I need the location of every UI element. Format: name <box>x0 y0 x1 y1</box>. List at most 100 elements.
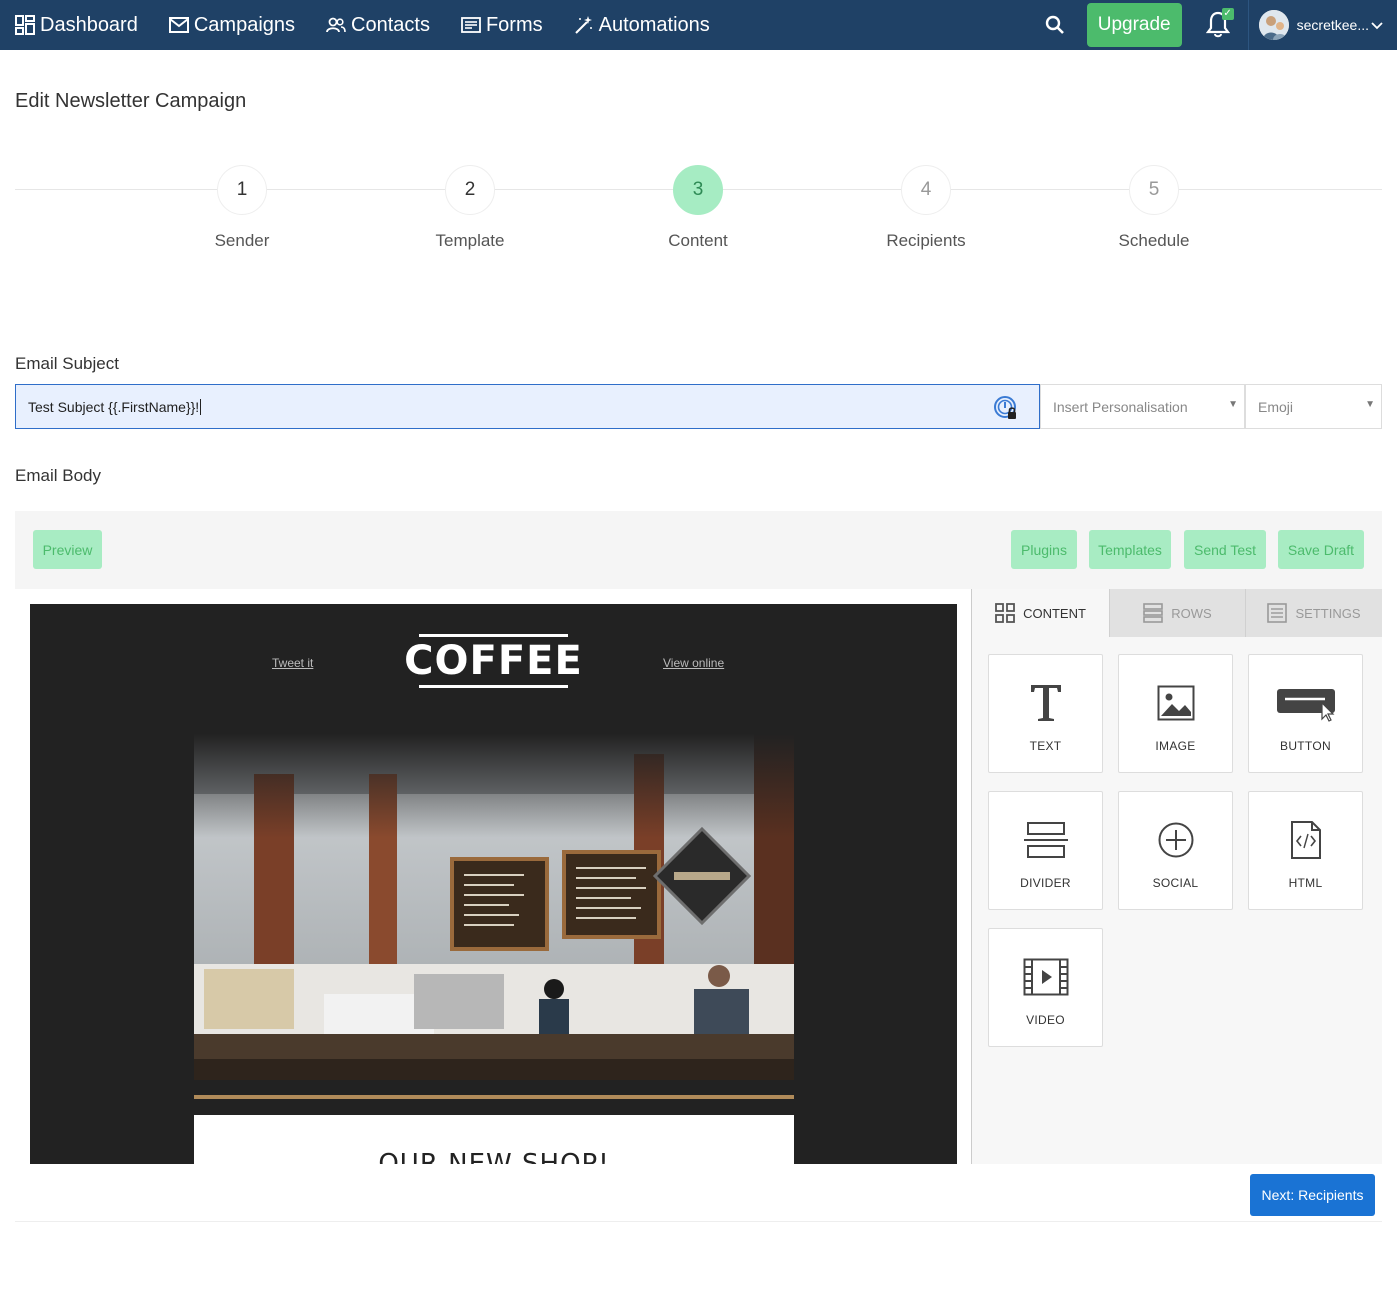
tile-social[interactable]: SOCIAL <box>1118 791 1233 910</box>
tab-rows[interactable]: ROWS <box>1109 589 1245 637</box>
dashboard-icon <box>14 14 36 36</box>
emoji-placeholder: Emoji <box>1258 398 1294 415</box>
magic-wand-icon <box>573 14 595 36</box>
email-content-block[interactable]: OUR NEW SHOP! <box>194 1115 794 1164</box>
content-panel: CONTENT ROWS SETTINGS TEXT IMAGE BUTTON … <box>972 589 1382 1164</box>
rows-icon <box>1143 603 1164 623</box>
nav-contacts-label: Contacts <box>351 13 430 36</box>
nav-campaigns-label: Campaigns <box>193 13 296 36</box>
tile-divider[interactable]: DIVIDER <box>988 791 1103 910</box>
social-plus-icon <box>1157 818 1195 862</box>
insert-personalisation-select[interactable]: Insert Personalisation ▼ <box>1040 384 1245 429</box>
nav-campaigns[interactable]: Campaigns <box>168 0 295 50</box>
page-title: Edit Newsletter Campaign <box>15 90 247 112</box>
footer-divider <box>15 1221 1382 1222</box>
text-icon <box>1029 681 1063 725</box>
step-number[interactable]: 3 <box>673 165 723 215</box>
tile-button-label: BUTTON <box>1280 739 1331 753</box>
settings-doc-icon <box>1267 603 1288 623</box>
save-draft-button[interactable]: Save Draft <box>1278 530 1364 569</box>
nav-right-group: Upgrade ✓ secretkee... <box>1035 0 1397 50</box>
user-menu[interactable]: secretkee... <box>1258 10 1383 40</box>
tile-video-label: VIDEO <box>1026 1013 1065 1027</box>
divider-icon <box>1023 818 1069 862</box>
dropdown-arrow-icon: ▼ <box>1228 399 1238 410</box>
video-film-icon <box>1023 955 1069 999</box>
nav-forms-label: Forms <box>485 13 543 36</box>
tile-html[interactable]: HTML <box>1248 791 1363 910</box>
templates-button[interactable]: Templates <box>1089 530 1171 569</box>
step-label: Content <box>668 231 728 250</box>
send-test-button[interactable]: Send Test <box>1184 530 1266 569</box>
nav-dashboard[interactable]: Dashboard <box>14 0 138 50</box>
tab-rows-label: ROWS <box>1171 605 1212 621</box>
tile-text[interactable]: TEXT <box>988 654 1103 773</box>
nav-contacts[interactable]: Contacts <box>325 0 430 50</box>
emoji-select[interactable]: Emoji ▼ <box>1245 384 1382 429</box>
step-number[interactable]: 2 <box>445 165 495 215</box>
nav-automations-label: Automations <box>598 13 710 36</box>
tile-video[interactable]: VIDEO <box>988 928 1103 1047</box>
tab-content[interactable]: CONTENT <box>972 589 1109 637</box>
coffee-shop-hero-image[interactable] <box>194 734 794 1080</box>
upgrade-button[interactable]: Upgrade <box>1086 3 1182 47</box>
step-content[interactable]: 3 Content <box>638 165 758 251</box>
next-recipients-button[interactable]: Next: Recipients <box>1250 1174 1375 1216</box>
section-title[interactable]: OUR NEW SHOP! <box>194 1149 794 1164</box>
panel-tabs: CONTENT ROWS SETTINGS <box>972 589 1382 637</box>
tile-image-label: IMAGE <box>1155 739 1196 753</box>
chevron-down-icon <box>1371 17 1383 33</box>
tile-text-label: TEXT <box>1029 739 1062 753</box>
tab-content-label: CONTENT <box>1023 605 1086 621</box>
top-navbar: Dashboard Campaigns Contacts Forms Autom… <box>0 0 1397 50</box>
subject-row: Test Subject {{.FirstName}}! Insert Pers… <box>15 384 1382 429</box>
step-number[interactable]: 5 <box>1129 165 1179 215</box>
preview-button[interactable]: Preview <box>33 530 102 569</box>
step-template[interactable]: 2 Template <box>410 165 530 251</box>
email-body-label: Email Body <box>15 466 101 485</box>
email-subject-label: Email Subject <box>15 354 119 373</box>
step-schedule[interactable]: 5 Schedule <box>1094 165 1214 251</box>
tweet-it-link[interactable]: Tweet it <box>272 656 313 670</box>
step-label: Sender <box>214 231 270 250</box>
avatar <box>1258 10 1289 40</box>
email-subject-value: Test Subject {{.FirstName}}! <box>28 398 200 415</box>
nav-dashboard-label: Dashboard <box>40 13 138 36</box>
nav-forms[interactable]: Forms <box>460 0 543 50</box>
form-icon <box>460 14 482 36</box>
step-number[interactable]: 4 <box>901 165 951 215</box>
tab-settings-label: SETTINGS <box>1295 605 1361 621</box>
search-button[interactable] <box>1035 0 1075 50</box>
tab-settings[interactable]: SETTINGS <box>1245 589 1382 637</box>
personalisation-placeholder: Insert Personalisation <box>1053 398 1188 415</box>
email-subject-input[interactable]: Test Subject {{.FirstName}}! <box>15 384 1040 429</box>
tile-social-label: SOCIAL <box>1152 876 1199 890</box>
view-online-link[interactable]: View online <box>663 656 724 670</box>
step-label: Schedule <box>1118 231 1190 250</box>
step-recipients[interactable]: 4 Recipients <box>866 165 986 251</box>
plugins-button[interactable]: Plugins <box>1011 530 1077 569</box>
editor-toolbar: Preview Plugins Templates Send Test Save… <box>15 511 1382 589</box>
tile-image[interactable]: IMAGE <box>1118 654 1233 773</box>
text-caret <box>200 398 202 415</box>
coffee-logo[interactable]: COFFEE <box>404 634 582 688</box>
tile-button[interactable]: BUTTON <box>1248 654 1363 773</box>
image-icon <box>1157 681 1195 725</box>
tile-html-label: HTML <box>1288 876 1323 890</box>
username-label: secretkee... <box>1296 17 1369 33</box>
step-label: Template <box>435 231 505 250</box>
email-canvas[interactable]: Tweet it COFFEE View online OUR NEW SHOP… <box>30 604 957 1164</box>
html-file-icon <box>1290 818 1322 862</box>
step-label: Recipients <box>886 231 966 250</box>
step-number[interactable]: 1 <box>217 165 267 215</box>
grid-icon <box>995 603 1015 623</box>
nav-divider <box>1247 0 1249 50</box>
search-icon <box>1045 15 1064 34</box>
dropdown-arrow-icon: ▼ <box>1365 399 1375 410</box>
password-manager-lock-icon[interactable] <box>993 395 1019 421</box>
step-sender[interactable]: 1 Sender <box>182 165 302 251</box>
tile-divider-label: DIVIDER <box>1020 876 1071 890</box>
nav-automations[interactable]: Automations <box>573 0 710 50</box>
notifications-button[interactable]: ✓ <box>1200 0 1236 50</box>
hero-accent-bar <box>194 1095 794 1099</box>
